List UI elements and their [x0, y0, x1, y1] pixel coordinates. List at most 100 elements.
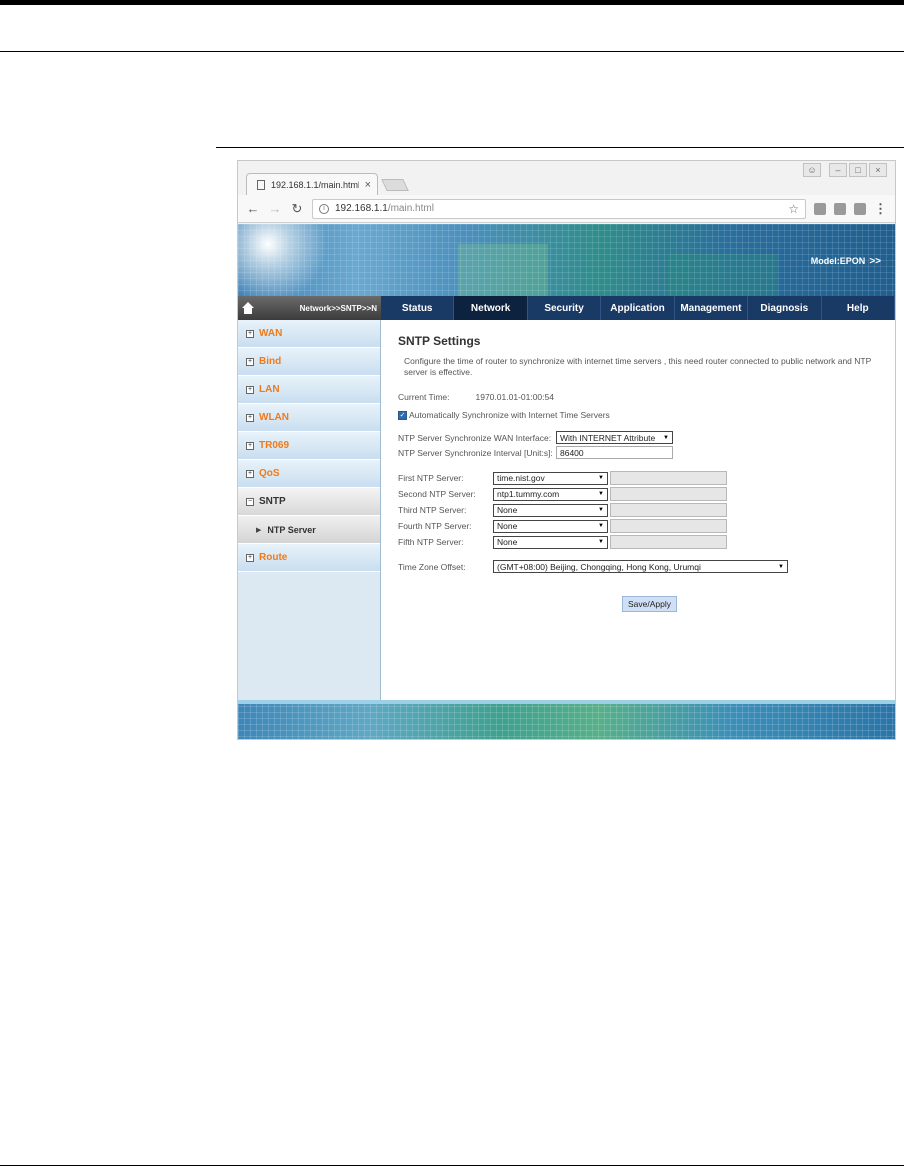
first-ntp-custom-input[interactable] [610, 471, 727, 485]
sidebar-item-bind[interactable]: + Bind [238, 348, 380, 376]
sidebar-item-wan[interactable]: + WAN [238, 320, 380, 348]
extension-icon[interactable] [814, 202, 826, 215]
second-ntp-custom-input[interactable] [610, 487, 727, 501]
third-ntp-custom-input[interactable] [610, 503, 727, 517]
expand-icon: + [246, 329, 254, 338]
tab-close-icon[interactable]: × [365, 179, 371, 191]
dropdown-arrow-icon: ▼ [598, 523, 604, 529]
footer-grid [238, 700, 895, 739]
back-icon[interactable]: ← [246, 201, 260, 216]
banner-grid [238, 224, 895, 296]
timezone-label: Time Zone Offset: [398, 561, 466, 572]
dropdown-arrow-icon: ▼ [598, 475, 604, 481]
dropdown-arrow-icon: ▼ [598, 491, 604, 497]
ntp-server-value: None [497, 521, 518, 531]
browser-tab[interactable]: 192.168.1.1/main.html × [246, 173, 378, 195]
fourth-ntp-custom-input[interactable] [610, 519, 727, 533]
section-rule [216, 147, 904, 148]
browser-menu-icon[interactable]: ⋮ [874, 201, 887, 217]
maximize-icon[interactable]: □ [849, 163, 867, 177]
new-tab-button[interactable] [381, 179, 409, 191]
expand-icon: + [246, 553, 254, 562]
tab-application[interactable]: Application [601, 296, 675, 320]
tab-network[interactable]: Network [454, 296, 528, 320]
sidebar-item-label: QoS [259, 468, 280, 479]
page-title: SNTP Settings [398, 334, 481, 348]
tab-security[interactable]: Security [528, 296, 602, 320]
current-time-value: 1970.01.01-01:00:54 [475, 392, 554, 402]
ntp-server-label: Second NTP Server: [398, 489, 476, 499]
current-time-label: Current Time: [398, 392, 450, 402]
ntp-server-value: time.nist.gov [497, 473, 545, 483]
ntp-server-value: ntp1.tummy.com [497, 489, 560, 499]
ntp-server-row: First NTP Server: time.nist.gov ▼ [398, 471, 727, 485]
save-apply-button[interactable]: Save/Apply [622, 596, 677, 612]
sidebar-item-label: TR069 [259, 440, 290, 451]
sidebar-item-lan[interactable]: + LAN [238, 376, 380, 404]
interval-input[interactable]: 86400 [556, 446, 673, 459]
user-icon[interactable]: ☺ [803, 163, 821, 177]
third-ntp-select[interactable]: None ▼ [493, 503, 608, 517]
timezone-select[interactable]: (GMT+08:00) Beijing, Chongqing, Hong Kon… [493, 560, 788, 573]
ntp-server-row: Third NTP Server: None ▼ [398, 503, 727, 517]
forward-icon[interactable]: → [268, 201, 282, 216]
sidebar-item-label: LAN [259, 384, 280, 395]
sidebar-item-label: SNTP [259, 496, 286, 507]
page-top-rule [0, 0, 904, 5]
first-ntp-select[interactable]: time.nist.gov ▼ [493, 471, 608, 485]
info-icon[interactable]: i [319, 203, 329, 214]
sidebar: + WAN + Bind + LAN + WLAN + TR069 + QoS − SNTP … [238, 320, 381, 700]
auto-sync-label: Automatically Synchronize with Internet … [409, 410, 610, 420]
dropdown-arrow-icon: ▼ [663, 434, 669, 441]
breadcrumb-text: Network>>SNTP>>N [299, 303, 377, 313]
browser-titlebar: 192.168.1.1/main.html × ☺ – □ × [238, 161, 895, 195]
expand-icon: + [246, 441, 254, 450]
url-text: 192.168.1.1/main.html [335, 203, 782, 214]
extension-icon[interactable] [854, 202, 866, 215]
footer-highlight [238, 700, 895, 704]
address-bar[interactable]: i 192.168.1.1/main.html ☆ [312, 198, 806, 219]
collapse-icon: − [246, 497, 254, 506]
tab-status[interactable]: Status [381, 296, 455, 320]
page-description: Configure the time of router to synchron… [404, 356, 872, 377]
expand-icon: + [246, 413, 254, 422]
bookmark-star-icon[interactable]: ☆ [788, 202, 799, 216]
sidebar-item-route[interactable]: + Route [238, 544, 380, 572]
fifth-ntp-custom-input[interactable] [610, 535, 727, 549]
reload-icon[interactable]: ↻ [290, 201, 304, 217]
fifth-ntp-select[interactable]: None ▼ [493, 535, 608, 549]
minimize-icon[interactable]: – [829, 163, 847, 177]
header-rule [0, 51, 904, 52]
extension-icon[interactable] [834, 202, 846, 215]
tab-diagnosis[interactable]: Diagnosis [748, 296, 822, 320]
dropdown-arrow-icon: ▼ [778, 563, 784, 570]
home-icon[interactable] [242, 302, 254, 314]
sidebar-item-label: WAN [259, 328, 283, 339]
wan-interface-select[interactable]: With INTERNET Attribute ▼ [556, 431, 673, 444]
main-nav: Status Network Security Application Mana… [381, 296, 895, 320]
tab-help[interactable]: Help [822, 296, 895, 320]
sidebar-item-tr069[interactable]: + TR069 [238, 432, 380, 460]
url-path: /main.html [387, 203, 434, 214]
router-page: Model:EPON >> Network>>SNTP>>N Status Net… [238, 224, 895, 739]
sidebar-subitem-ntp-server[interactable]: ▶ NTP Server [238, 516, 380, 544]
second-ntp-select[interactable]: ntp1.tummy.com ▼ [493, 487, 608, 501]
sidebar-item-label: WLAN [259, 412, 289, 423]
wan-interface-label: NTP Server Synchronize WAN Interface: [398, 432, 552, 443]
breadcrumb: Network>>SNTP>>N [238, 296, 381, 320]
model-arrows-icon[interactable]: >> [869, 256, 881, 267]
ntp-server-row: Fifth NTP Server: None ▼ [398, 535, 727, 549]
sidebar-item-sntp[interactable]: − SNTP [238, 488, 380, 516]
browser-window: 192.168.1.1/main.html × ☺ – □ × ← → ↻ i … [237, 160, 896, 740]
ntp-server-value: None [497, 537, 518, 547]
tab-management[interactable]: Management [675, 296, 749, 320]
sidebar-item-wlan[interactable]: + WLAN [238, 404, 380, 432]
ntp-server-label: Third NTP Server: [398, 505, 467, 515]
fourth-ntp-select[interactable]: None ▼ [493, 519, 608, 533]
sidebar-item-label: Bind [259, 356, 282, 367]
sidebar-item-qos[interactable]: + QoS [238, 460, 380, 488]
close-window-icon[interactable]: × [869, 163, 887, 177]
timezone-value: (GMT+08:00) Beijing, Chongqing, Hong Kon… [497, 561, 701, 572]
auto-sync-checkbox[interactable]: ✓ [398, 410, 407, 420]
settings-panel: SNTP Settings Configure the time of rout… [390, 320, 890, 700]
